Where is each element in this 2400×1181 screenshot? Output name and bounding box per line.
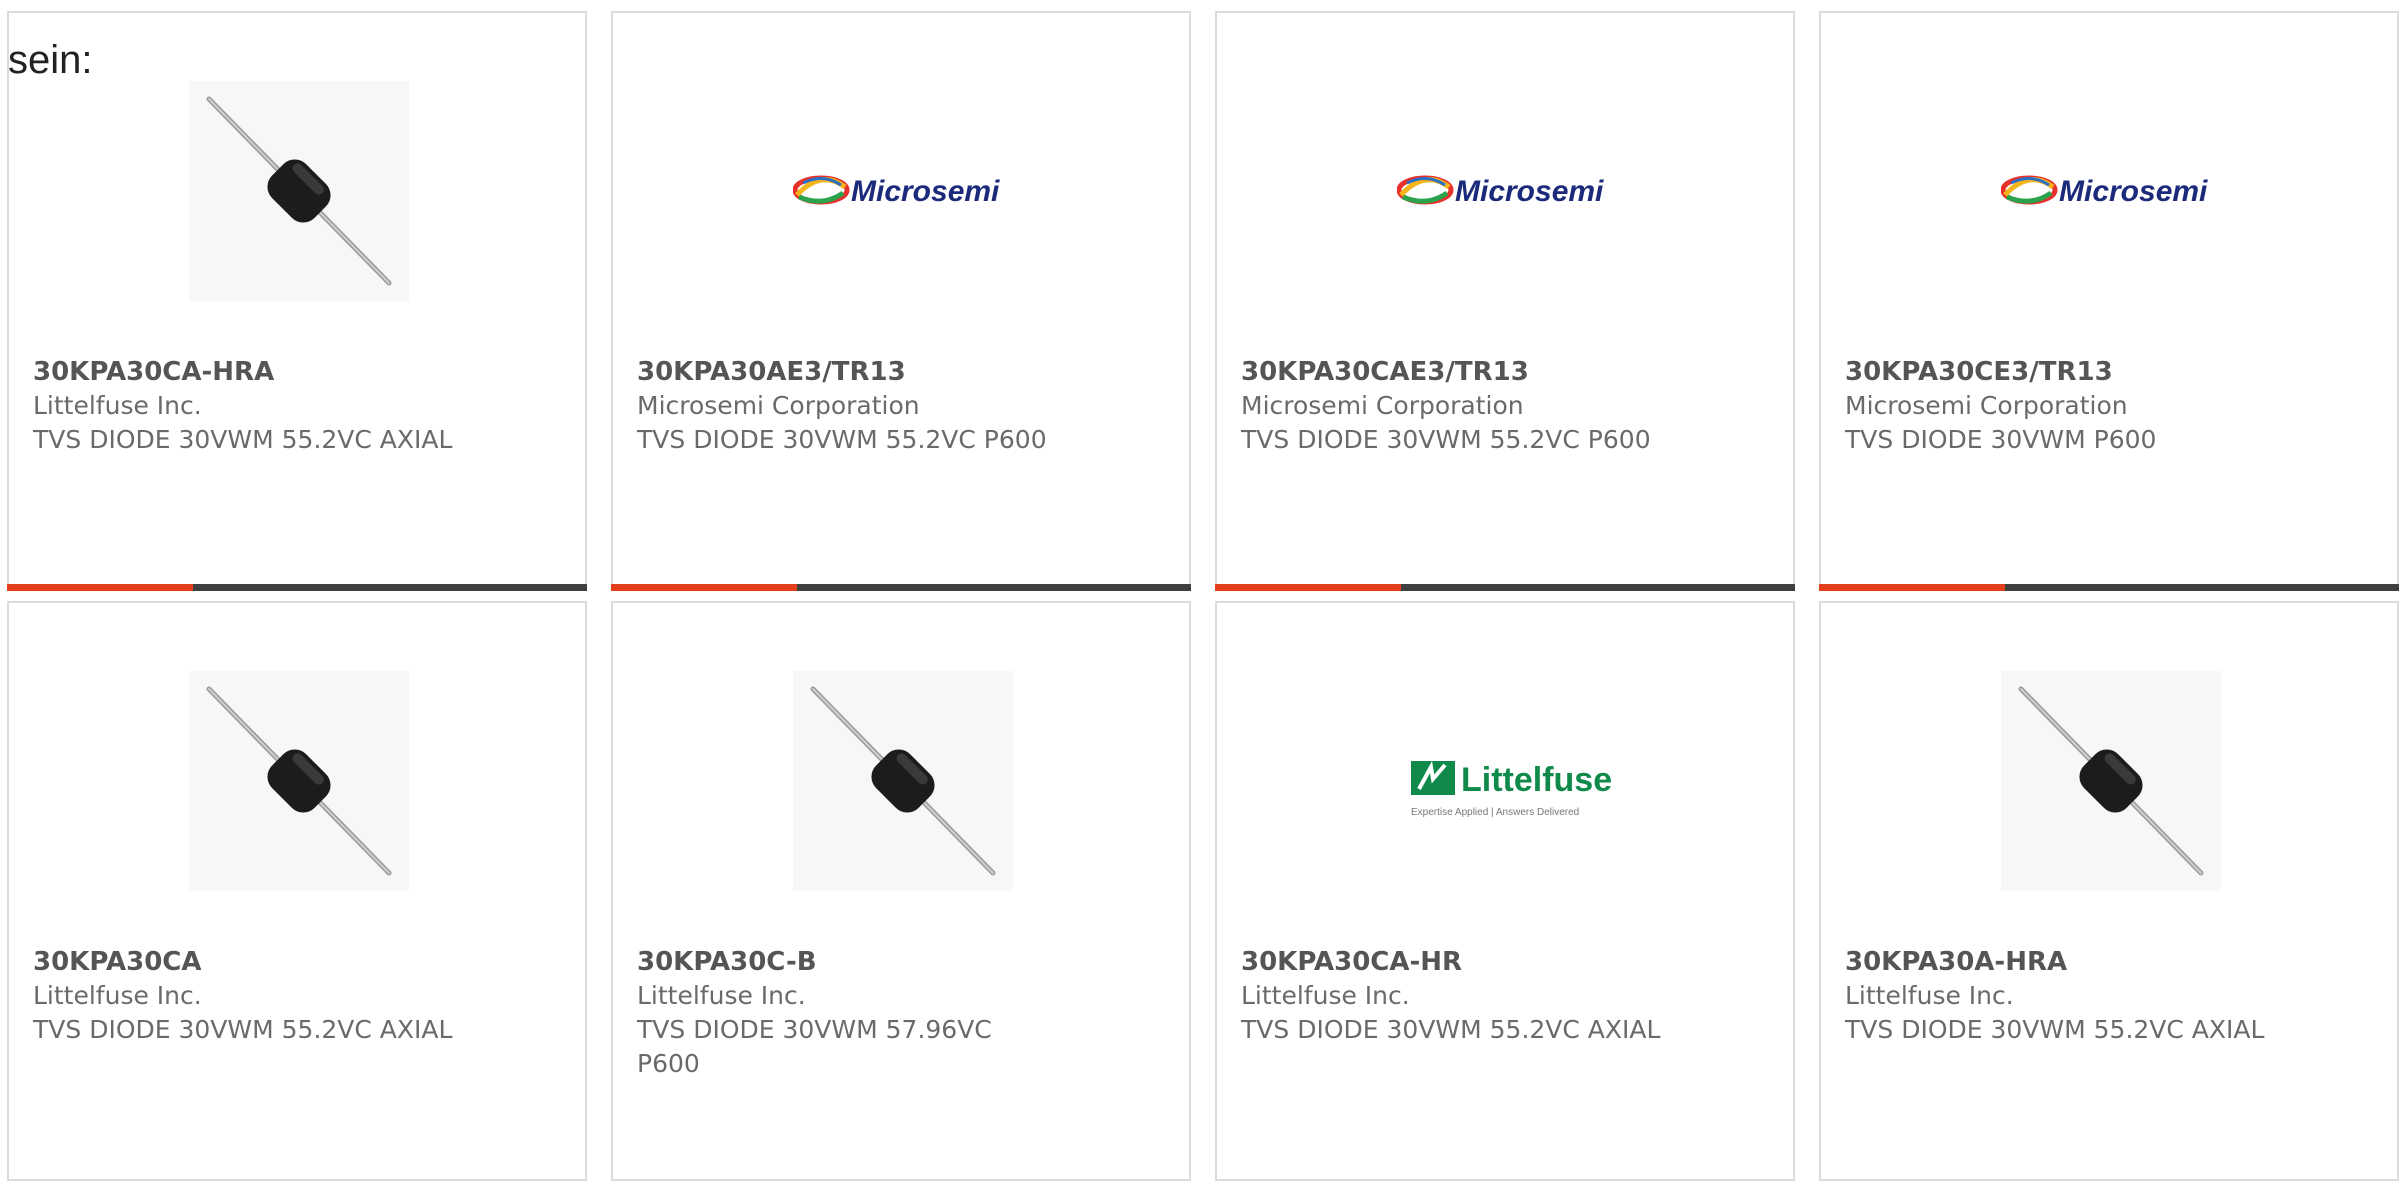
manufacturer-name: Littelfuse Inc.	[33, 391, 202, 420]
axial-diode-image	[189, 81, 409, 301]
part-number-link[interactable]: 30KPA30CA-HR	[1241, 945, 1661, 979]
product-card[interactable]: Microsemi 30KPA30AE3/TR13 Microsemi Corp…	[611, 11, 1191, 591]
part-number-link[interactable]: 30KPA30CE3/TR13	[1845, 355, 2265, 389]
littelfuse-logo-tagline: Expertise Applied | Answers Delivered	[1411, 807, 1579, 818]
product-card[interactable]: 30KPA30C-B Littelfuse Inc. TVS DIODE 30V…	[611, 601, 1191, 1181]
manufacturer-name: Microsemi Corporation	[1845, 391, 2128, 420]
axial-diode-image	[189, 671, 409, 891]
product-grid: 30KPA30CA-HRA Littelfuse Inc. TVS DIODE …	[7, 11, 2399, 1181]
product-info: 30KPA30CA Littelfuse Inc. TVS DIODE 30VW…	[33, 945, 453, 1047]
lead-text: sein:	[8, 38, 93, 82]
product-card[interactable]: Microsemi 30KPA30CAE3/TR13 Microsemi Cor…	[1215, 11, 1795, 591]
part-number-link[interactable]: 30KPA30CAE3/TR13	[1241, 355, 1661, 389]
part-number-link[interactable]: 30KPA30CA	[33, 945, 453, 979]
product-info: 30KPA30CA-HRA Littelfuse Inc. TVS DIODE …	[33, 355, 453, 457]
part-number-link[interactable]: 30KPA30A-HRA	[1845, 945, 2265, 979]
product-card[interactable]: Microsemi 30KPA30CE3/TR13 Microsemi Corp…	[1819, 11, 2399, 591]
product-description: TVS DIODE 30VWM 55.2VC AXIAL	[1845, 1015, 2265, 1044]
card-accent-bar	[611, 584, 1191, 591]
microsemi-logo-text: Microsemi	[1455, 175, 1604, 208]
product-description: TVS DIODE 30VWM 55.2VC AXIAL	[33, 425, 453, 454]
part-number-link[interactable]: 30KPA30C-B	[637, 945, 1057, 979]
product-info: 30KPA30CE3/TR13 Microsemi Corporation TV…	[1845, 355, 2265, 457]
axial-diode-image	[793, 671, 1013, 891]
product-description: TVS DIODE 30VWM 55.2VC AXIAL	[1241, 1015, 1661, 1044]
manufacturer-name: Littelfuse Inc.	[1241, 981, 1410, 1010]
part-number-link[interactable]: 30KPA30CA-HRA	[33, 355, 453, 389]
product-info: 30KPA30AE3/TR13 Microsemi Corporation TV…	[637, 355, 1057, 457]
product-card[interactable]: 30KPA30A-HRA Littelfuse Inc. TVS DIODE 3…	[1819, 601, 2399, 1181]
microsemi-logo-text: Microsemi	[2059, 175, 2208, 208]
card-accent-bar	[7, 584, 587, 591]
product-card[interactable]: 30KPA30CA Littelfuse Inc. TVS DIODE 30VW…	[7, 601, 587, 1181]
product-description: TVS DIODE 30VWM 55.2VC P600	[637, 425, 1047, 454]
axial-diode-image	[2001, 671, 2221, 891]
product-description: TVS DIODE 30VWM 55.2VC AXIAL	[33, 1015, 453, 1044]
microsemi-logo-text: Microsemi	[851, 175, 1000, 208]
littelfuse-logo: Littelfuse Expertise Applied | Answers D…	[1397, 671, 1617, 891]
product-description: TVS DIODE 30VWM 57.96VC P600	[637, 1015, 992, 1078]
manufacturer-name: Microsemi Corporation	[1241, 391, 1524, 420]
manufacturer-name: Littelfuse Inc.	[33, 981, 202, 1010]
product-card[interactable]: Littelfuse Expertise Applied | Answers D…	[1215, 601, 1795, 1181]
product-info: 30KPA30C-B Littelfuse Inc. TVS DIODE 30V…	[637, 945, 1057, 1081]
manufacturer-name: Littelfuse Inc.	[1845, 981, 2014, 1010]
manufacturer-name: Littelfuse Inc.	[637, 981, 806, 1010]
littelfuse-logo-text: Littelfuse	[1461, 761, 1612, 799]
microsemi-logo: Microsemi	[793, 81, 1013, 301]
part-number-link[interactable]: 30KPA30AE3/TR13	[637, 355, 1057, 389]
product-info: 30KPA30CA-HR Littelfuse Inc. TVS DIODE 3…	[1241, 945, 1661, 1047]
product-description: TVS DIODE 30VWM 55.2VC P600	[1241, 425, 1651, 454]
product-info: 30KPA30CAE3/TR13 Microsemi Corporation T…	[1241, 355, 1661, 457]
product-card[interactable]: 30KPA30CA-HRA Littelfuse Inc. TVS DIODE …	[7, 11, 587, 591]
product-description: TVS DIODE 30VWM P600	[1845, 425, 2157, 454]
microsemi-logo: Microsemi	[1397, 81, 1617, 301]
manufacturer-name: Microsemi Corporation	[637, 391, 920, 420]
card-accent-bar	[1819, 584, 2399, 591]
microsemi-logo: Microsemi	[2001, 81, 2221, 301]
card-accent-bar	[1215, 584, 1795, 591]
product-info: 30KPA30A-HRA Littelfuse Inc. TVS DIODE 3…	[1845, 945, 2265, 1047]
